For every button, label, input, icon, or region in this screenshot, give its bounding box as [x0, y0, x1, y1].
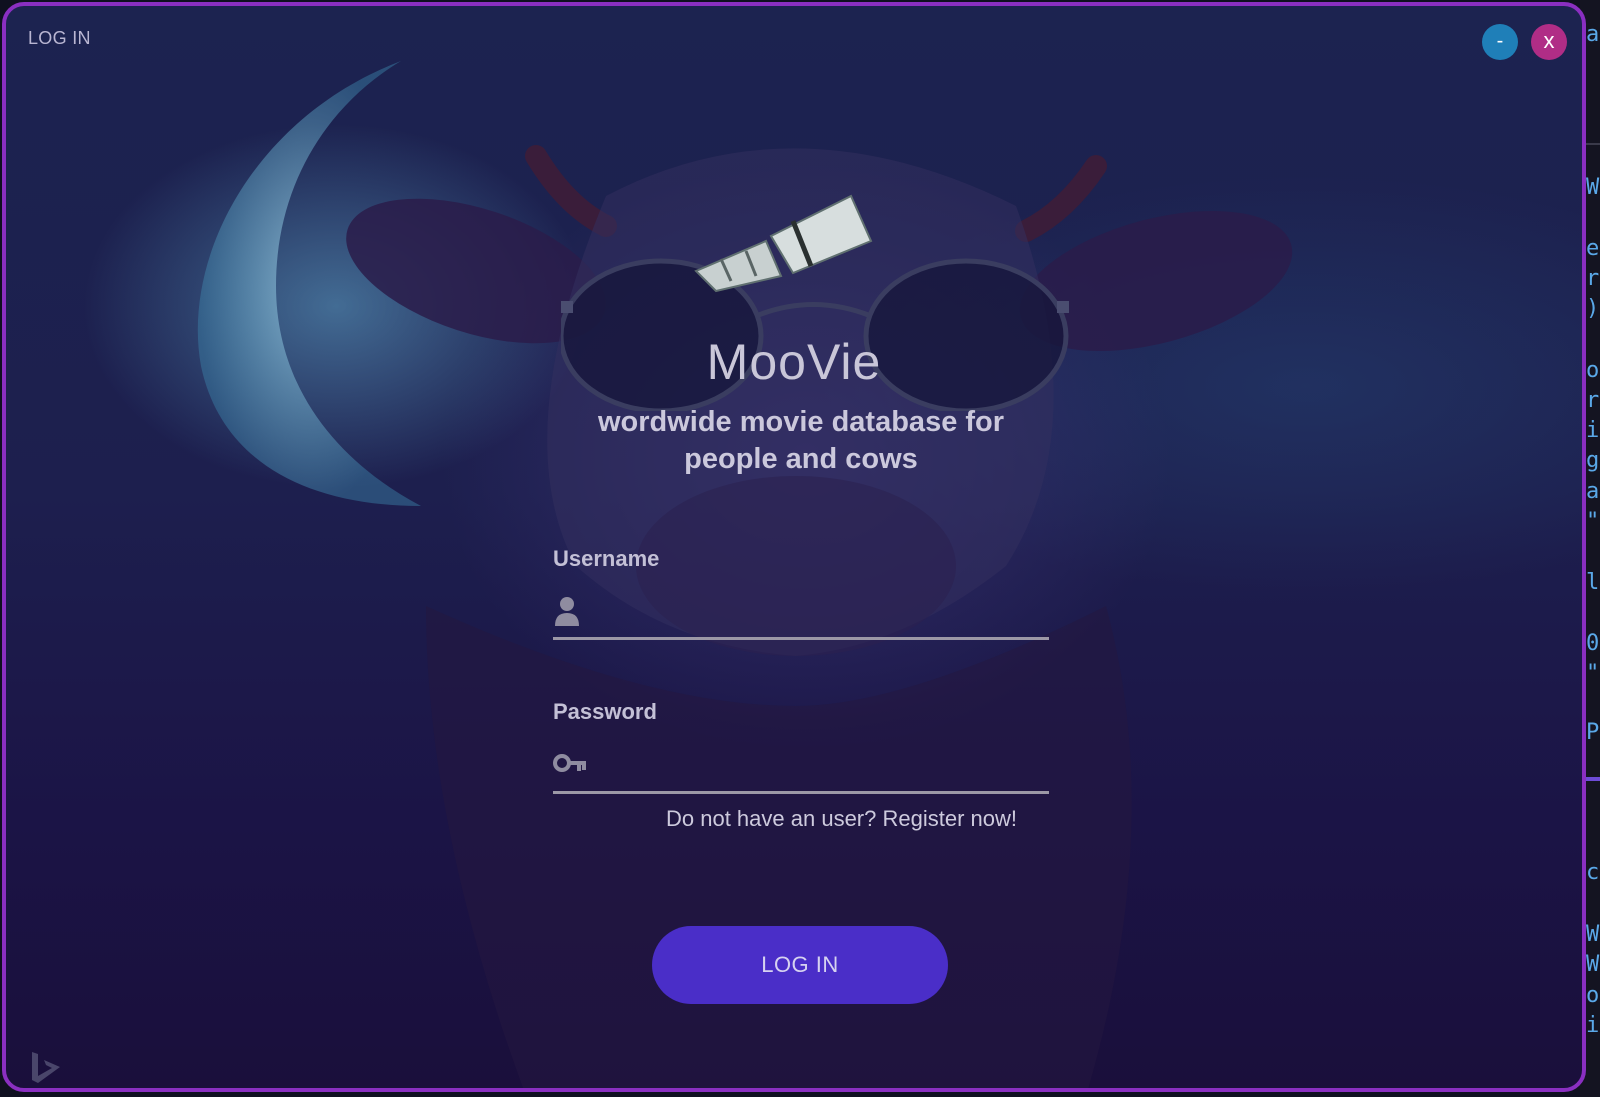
- window-title: LOG IN: [28, 28, 91, 48]
- editor-char: a: [1586, 479, 1600, 504]
- editor-char: 0: [1586, 631, 1600, 656]
- user-icon: [555, 597, 579, 626]
- password-field-container: [553, 742, 1049, 794]
- app-name: MooVie: [706, 334, 882, 390]
- editor-char: W: [1586, 175, 1600, 200]
- editor-char: i: [1586, 418, 1600, 443]
- editor-char: ": [1586, 661, 1600, 686]
- editor-char: W: [1586, 922, 1600, 947]
- editor-char: l: [1586, 570, 1600, 595]
- close-button[interactable]: x: [1531, 24, 1567, 60]
- username-field-container: [553, 588, 1049, 640]
- editor-char: W: [1586, 952, 1600, 977]
- password-input[interactable]: [593, 748, 1043, 788]
- film-clapper-icon: [694, 194, 873, 293]
- editor-char: a: [1586, 22, 1600, 47]
- login-button[interactable]: LOG IN: [652, 926, 948, 1004]
- password-label: Password: [553, 699, 657, 724]
- login-window: LOG IN - x MooVie wordwide movie databas…: [2, 2, 1586, 1092]
- editor-char: ": [1586, 509, 1600, 534]
- register-link[interactable]: Do not have an user? Register now!: [666, 806, 1017, 832]
- username-input[interactable]: [593, 594, 1043, 634]
- editor-char: e: [1586, 236, 1600, 261]
- editor-char: i: [1586, 1013, 1600, 1038]
- key-icon: [553, 754, 586, 772]
- bing-logo-icon: [32, 1052, 60, 1083]
- editor-char: r: [1586, 266, 1600, 291]
- app-tagline: wordwide movie database for people and c…: [597, 406, 1005, 475]
- editor-char: o: [1586, 983, 1600, 1008]
- editor-char: c: [1586, 860, 1600, 885]
- editor-char: g: [1586, 448, 1600, 473]
- username-label: Username: [553, 546, 660, 571]
- editor-char: o: [1586, 358, 1600, 383]
- editor-char: ): [1586, 296, 1600, 321]
- editor-char: r: [1586, 388, 1600, 413]
- minimize-button[interactable]: -: [1482, 24, 1518, 60]
- editor-char: P: [1586, 720, 1600, 745]
